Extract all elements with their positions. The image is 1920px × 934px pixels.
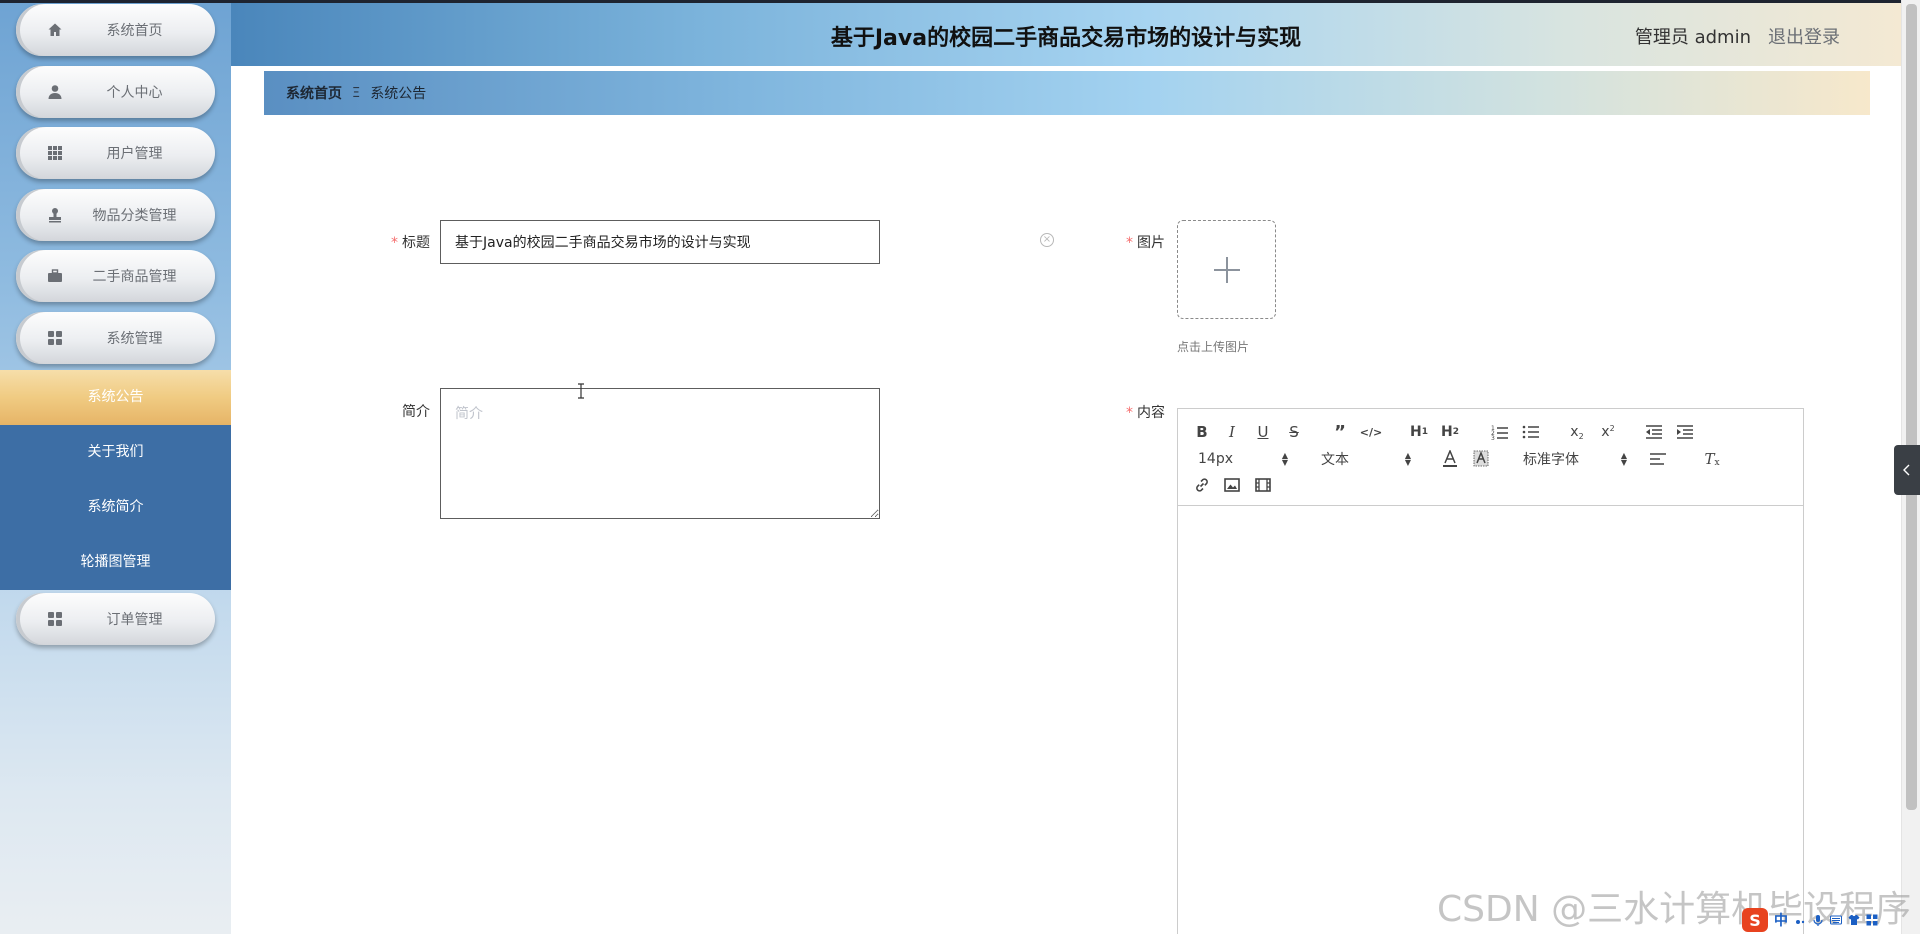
required-mark: *: [1126, 235, 1133, 251]
bold-icon[interactable]: B: [1192, 422, 1212, 442]
code-block-icon[interactable]: </>: [1360, 422, 1382, 442]
image-icon[interactable]: [1222, 475, 1242, 495]
summary-label: 简介: [402, 404, 430, 420]
sidebar-item-goods[interactable]: 二手商品管理: [16, 250, 215, 302]
ime-mode[interactable]: 中: [1774, 910, 1788, 930]
sidebar-item-label: 订单管理: [106, 612, 163, 628]
sub-item-intro[interactable]: 系统简介: [0, 480, 231, 535]
sidebar-item-category[interactable]: 物品分类管理: [16, 189, 215, 241]
font-color-icon[interactable]: [1440, 449, 1460, 469]
admin-label: 管理员 admin: [1634, 27, 1751, 48]
content-label: * 内容: [1126, 405, 1165, 421]
blockquote-icon[interactable]: ”: [1330, 422, 1350, 443]
font-size-select[interactable]: 14px ▲ ▼: [1198, 449, 1288, 469]
sogou-logo-icon: S: [1742, 908, 1768, 932]
sidebar-item-label: 用户管理: [106, 146, 163, 162]
sidebar-item-home[interactable]: 系统首页: [16, 4, 215, 56]
required-mark: *: [391, 235, 398, 251]
video-icon[interactable]: [1253, 475, 1273, 495]
toolbox-icon[interactable]: [1866, 914, 1878, 926]
editor-toolbar: B I U S ” </> H1 H2 123 x2 x2 14px ▲ ▼ 文本 ▲…: [1178, 409, 1803, 506]
plus-icon: [1213, 256, 1240, 283]
sub-item-about[interactable]: 关于我们: [0, 425, 231, 480]
rich-text-editor: B I U S ” </> H1 H2 123 x2 x2 14px ▲ ▼ 文本 ▲…: [1177, 408, 1804, 934]
image-upload-button[interactable]: [1177, 220, 1276, 319]
select-arrows-icon: ▲ ▼: [1620, 451, 1627, 467]
required-mark: *: [1126, 405, 1133, 421]
skin-icon[interactable]: [1848, 914, 1860, 926]
select-arrows-icon: ▲ ▼: [1281, 451, 1288, 467]
italic-icon[interactable]: I: [1222, 422, 1242, 442]
select-arrows-icon: ▲ ▼: [1404, 451, 1411, 467]
clean-format-icon[interactable]: Tx: [1702, 449, 1722, 469]
sidebar-item-label: 系统首页: [106, 23, 163, 39]
header-1-icon[interactable]: H1: [1408, 422, 1430, 442]
sidebar-item-label: 个人中心: [106, 85, 163, 101]
superscript-icon[interactable]: x2: [1597, 422, 1619, 442]
title-input[interactable]: [440, 220, 880, 264]
header-top-edge: [0, 0, 1920, 3]
sidebar-item-users[interactable]: 用户管理: [16, 127, 215, 179]
scrollbar-thumb[interactable]: [1906, 4, 1917, 810]
image-label: * 图片: [1126, 235, 1165, 251]
align-icon[interactable]: [1648, 449, 1668, 469]
sub-item-announcement[interactable]: 系统公告: [0, 370, 231, 425]
header-2-icon[interactable]: H2: [1439, 422, 1461, 442]
upload-tip: 点击上传图片: [1177, 340, 1250, 354]
system-submenu: 系统公告 关于我们 系统简介 轮播图管理: [0, 370, 231, 590]
underline-icon[interactable]: U: [1253, 422, 1273, 442]
indent-icon[interactable]: [1675, 422, 1695, 442]
microphone-icon[interactable]: [1812, 914, 1824, 926]
clear-icon[interactable]: ×: [1040, 233, 1054, 247]
text-cursor-icon: [578, 383, 584, 399]
chevron-left-icon: [1903, 464, 1910, 476]
svg-text:3: 3: [1491, 435, 1495, 440]
punctuation-icon[interactable]: [1794, 914, 1806, 926]
background-color-icon[interactable]: [1471, 449, 1491, 469]
sidebar: 系统首页 个人中心 用户管理 物品分类管理 二手商品管理 系统管理 系统公告 关…: [0, 0, 231, 934]
font-family-select[interactable]: 标准字体 ▲ ▼: [1523, 449, 1627, 469]
editor-content-area[interactable]: [1178, 507, 1803, 934]
logout-link[interactable]: 退出登录: [1768, 23, 1840, 49]
bullet-list-icon[interactable]: [1521, 422, 1541, 442]
title-label: * 标题: [391, 235, 430, 251]
sidebar-item-label: 系统管理: [106, 331, 163, 347]
sidebar-item-system[interactable]: 系统管理: [16, 312, 215, 364]
keyboard-icon[interactable]: [1830, 914, 1842, 926]
breadcrumb-current: 系统公告: [370, 86, 427, 102]
ordered-list-icon[interactable]: 123: [1490, 422, 1510, 442]
sidebar-item-orders[interactable]: 订单管理: [16, 593, 215, 645]
breadcrumb-separator: Ξ: [352, 85, 361, 101]
strike-icon[interactable]: S: [1284, 422, 1304, 442]
ime-toolbar[interactable]: S 中: [1742, 908, 1878, 932]
paragraph-format-select[interactable]: 文本 ▲ ▼: [1321, 449, 1411, 469]
outdent-icon[interactable]: [1644, 422, 1664, 442]
summary-textarea[interactable]: [440, 388, 880, 519]
collapse-panel-button[interactable]: [1894, 445, 1920, 495]
breadcrumb: 系统首页 Ξ 系统公告: [264, 71, 1870, 115]
subscript-icon[interactable]: x2: [1566, 422, 1588, 442]
sidebar-item-label: 二手商品管理: [92, 269, 177, 285]
link-icon[interactable]: [1192, 475, 1212, 495]
breadcrumb-home[interactable]: 系统首页: [286, 83, 342, 103]
sidebar-item-label: 物品分类管理: [92, 208, 177, 224]
sub-item-carousel[interactable]: 轮播图管理: [0, 535, 231, 590]
sidebar-item-profile[interactable]: 个人中心: [16, 66, 215, 118]
